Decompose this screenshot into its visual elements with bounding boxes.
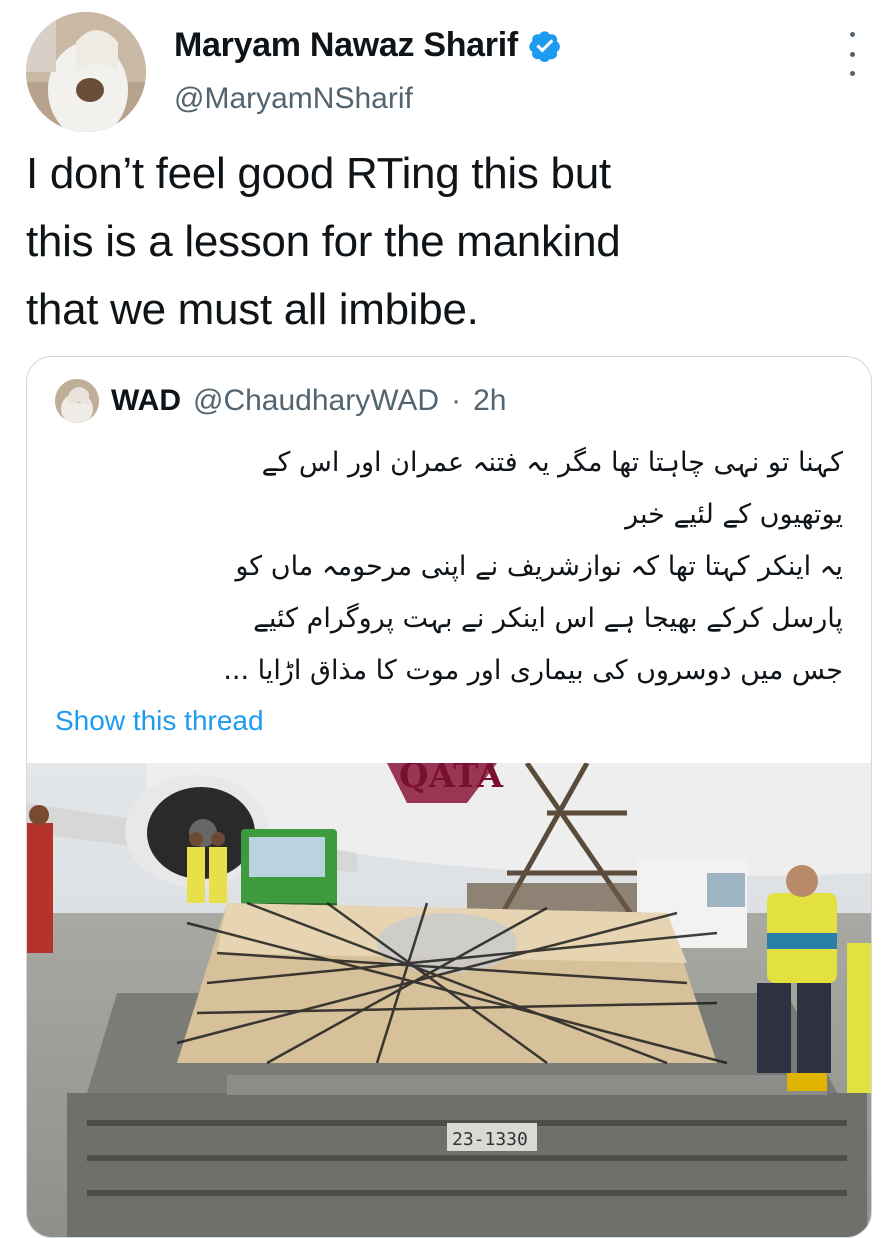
profile-photo-icon	[55, 379, 99, 423]
author-handle[interactable]: @MaryamNSharif	[174, 82, 413, 116]
author-avatar[interactable]	[26, 12, 146, 132]
quoted-text-line: جس میں دوسروں کی بیماری اور موت کا مذاق …	[223, 655, 843, 686]
quoted-text-line: کہنا تو نہی چاہتا تھا مگر یہ فتنہ عمران …	[261, 447, 843, 478]
tweet-text-line: that we must all imbibe.	[26, 285, 479, 334]
dot-separator: ·	[451, 384, 462, 417]
quoted-author-avatar[interactable]	[55, 379, 99, 423]
author-name[interactable]: Maryam Nawaz Sharif	[174, 26, 562, 65]
tweet-text-line: this is a lesson for the mankind	[26, 217, 621, 266]
quoted-tweet-text: کہنا تو نہی چاہتا تھا مگر یہ فتنہ عمران …	[53, 437, 843, 697]
quoted-text-line: یوتھیوں کے لئیے خبر	[625, 499, 843, 530]
profile-photo-icon	[26, 12, 146, 132]
quoted-text-line: پارسل کرکے بھیجا ہے اس اینکر نے بہت پروگ…	[253, 603, 843, 634]
quoted-tweet-time[interactable]: 2h	[473, 384, 506, 418]
airline-lettering: QATA	[399, 763, 504, 796]
quoted-tweet-card[interactable]: WAD @ChaudharyWAD · 2h کہنا تو نہی چاہتا…	[26, 356, 872, 1238]
quoted-text-line: یہ اینکر کہتا تھا کہ نوازشریف نے اپنی مر…	[235, 551, 843, 582]
quoted-author-handle[interactable]: @ChaudharyWAD	[193, 384, 439, 418]
quoted-author-name[interactable]: WAD	[111, 384, 181, 418]
tweet-text-line: I don’t feel good RTing this but	[26, 149, 611, 198]
tweet-text: I don’t feel good RTing this but this is…	[26, 140, 876, 344]
airport-cargo-photo[interactable]: QATA 23-1330	[27, 763, 871, 1237]
container-label: 23-1330	[452, 1129, 528, 1150]
author-name-text[interactable]: Maryam Nawaz Sharif	[174, 26, 518, 65]
show-thread-link[interactable]: Show this thread	[55, 705, 264, 737]
quoted-tweet-header: WAD @ChaudharyWAD · 2h	[55, 379, 506, 423]
more-options-icon[interactable]	[842, 32, 862, 76]
verified-badge-icon	[529, 30, 560, 62]
